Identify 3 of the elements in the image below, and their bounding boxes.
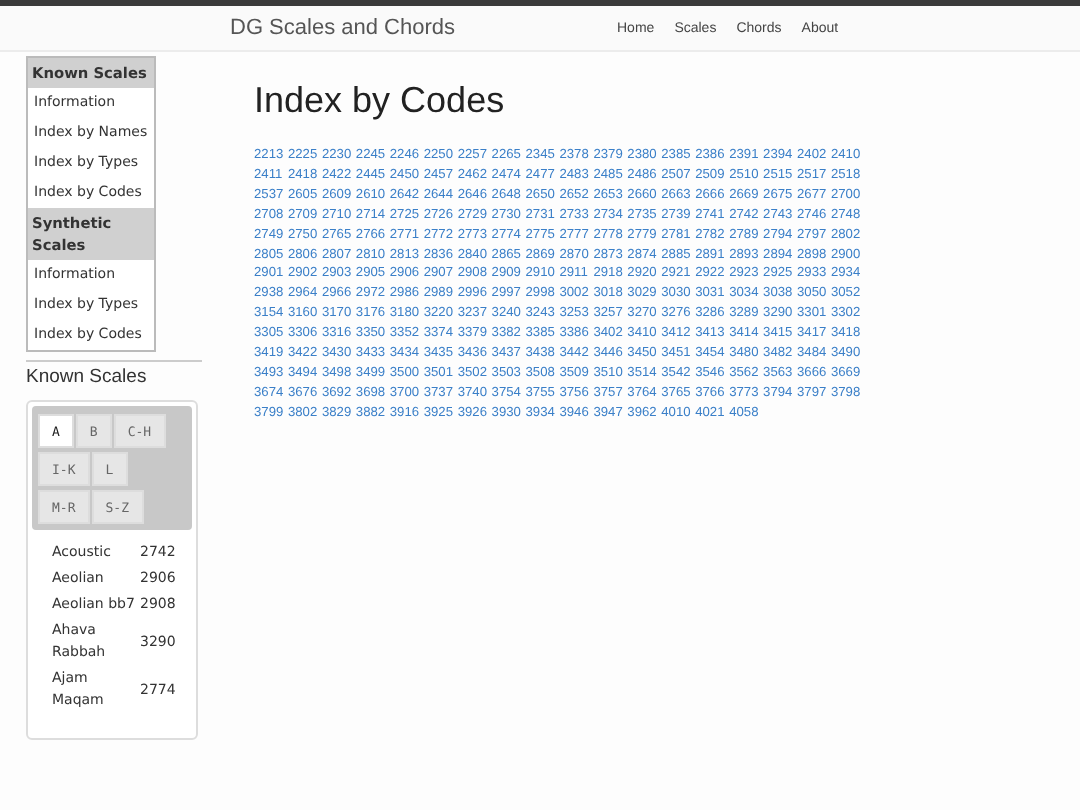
site-title[interactable]: DG Scales and Chords bbox=[230, 16, 455, 40]
section-heading: Known Scales bbox=[26, 360, 202, 388]
page-title: Index by Codes bbox=[254, 80, 507, 122]
